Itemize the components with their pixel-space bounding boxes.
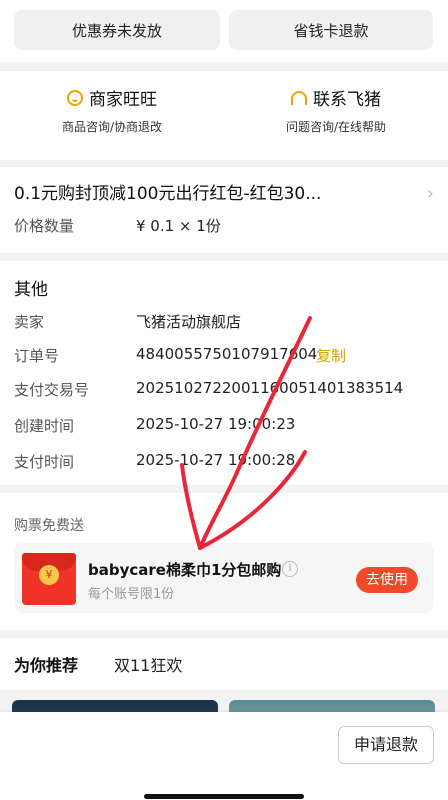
qty-label: 价格数量 [14, 217, 75, 235]
contact-section: 商家旺旺 商品咨询/协商退改 联系飞猪 问题咨询/在线帮助 [0, 70, 448, 160]
contact-shop-title: 商家旺旺 [89, 90, 157, 110]
contact-fliggy-subtitle: 问题咨询/在线帮助 [285, 120, 387, 134]
red-envelope-icon: ¥ [22, 553, 76, 605]
contact-shop-title-row: 商家旺旺 [0, 85, 224, 110]
product-card[interactable]: 0.1元购封顶减100元出行红包-红包30... › 价格数量 ¥ 0.1 × … [0, 167, 448, 253]
free-gift-section: 购票免费送 ¥ babycare棉柔巾1分包邮购 i 每个账号限1份 去使用 [0, 493, 448, 630]
created-time-value: 2025-10-27 19:00:23 [136, 415, 296, 433]
after-sale-actions: 优惠券未发放 省钱卡退款 [0, 0, 448, 62]
tab-for-you[interactable]: 为你推荐 [11, 652, 81, 682]
contact-fliggy-title-row: 联系飞猪 [224, 85, 448, 110]
order-info-section: 其他 卖家 飞猪活动旗舰店 订单号 4840055750107917604 复制… [0, 261, 448, 485]
info-icon[interactable]: i [282, 561, 298, 577]
paid-time-value: 2025-10-27 19:00:28 [136, 451, 296, 469]
recommend-tabs: 为你推荐 双11狂欢 [0, 638, 448, 690]
contact-fliggy[interactable]: 联系飞猪 问题咨询/在线帮助 [224, 85, 448, 135]
contact-shop-subtitle: 商品咨询/协商退改 [61, 120, 163, 134]
home-indicator [144, 794, 304, 799]
section-title: 其他 [14, 280, 48, 300]
trade-no-value: 2025102722001160051401383514 [136, 379, 404, 397]
bottom-bar: 申请退款 [0, 712, 448, 800]
gift-name: babycare棉柔巾1分包邮购 [88, 561, 282, 579]
gift-item[interactable]: ¥ babycare棉柔巾1分包邮购 i 每个账号限1份 去使用 [14, 543, 434, 613]
headset-icon [291, 90, 307, 105]
copy-order-link[interactable]: 复制 [316, 345, 346, 366]
seller-value: 飞猪活动旗舰店 [136, 313, 242, 331]
savings-card-refund-button[interactable]: 省钱卡退款 [229, 10, 433, 50]
paid-time-label: 支付时间 [14, 453, 75, 471]
contact-fliggy-title: 联系飞猪 [313, 90, 381, 110]
product-title: 0.1元购封顶减100元出行红包-红包30... [14, 184, 322, 204]
created-time-label: 创建时间 [14, 417, 75, 435]
seller-label: 卖家 [14, 313, 45, 331]
coin-icon: ¥ [39, 565, 59, 585]
coupon-unissued-button[interactable]: 优惠券未发放 [14, 10, 220, 50]
contact-shop[interactable]: 商家旺旺 商品咨询/协商退改 [0, 85, 224, 135]
trade-no-label: 支付交易号 [14, 381, 90, 399]
gift-limit: 每个账号限1份 [88, 587, 175, 602]
smile-icon [67, 89, 83, 106]
tab-double11[interactable]: 双11狂欢 [114, 652, 182, 676]
chevron-right-icon: › [426, 183, 434, 204]
use-gift-button[interactable]: 去使用 [356, 567, 418, 593]
qty-value: ¥ 0.1 × 1份 [136, 217, 221, 235]
order-no-label: 订单号 [14, 347, 60, 365]
gift-section-title: 购票免费送 [14, 518, 84, 534]
apply-refund-button[interactable]: 申请退款 [338, 726, 434, 764]
order-no-value: 4840055750107917604 [136, 345, 318, 363]
